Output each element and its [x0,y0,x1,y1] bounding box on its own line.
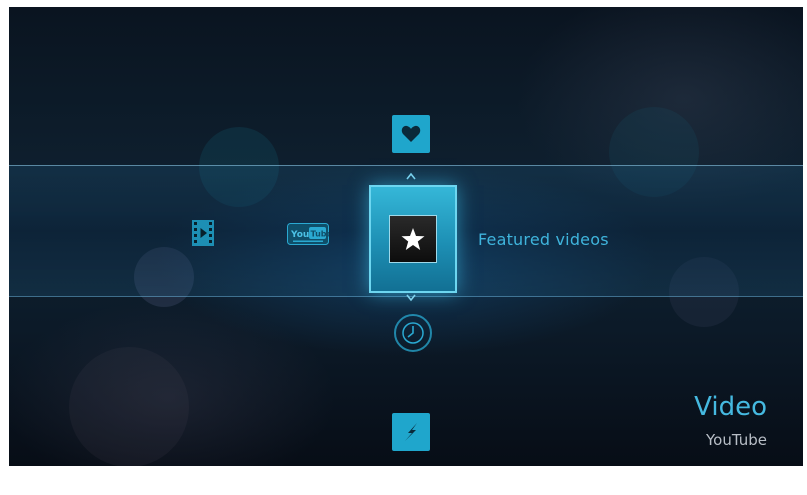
section-subtitle: YouTube [706,431,767,449]
lightning-icon [405,423,417,441]
chevron-up-icon[interactable] [406,172,416,180]
featured-videos-tile[interactable] [369,185,457,293]
section-title: Video [694,392,767,422]
star-tile-frame [389,215,437,263]
youtube-logo-icon[interactable]: You Tube [287,223,329,245]
clock-icon [402,322,424,344]
trending-tile[interactable] [392,413,430,451]
selected-item-label: Featured videos [478,230,609,249]
history-tile[interactable] [394,314,432,352]
star-icon [401,228,425,250]
film-icon[interactable] [192,220,214,246]
media-player-screen: You Tube Featured videos Video YouTube [9,7,803,466]
background-bokeh [69,347,189,466]
chevron-down-icon[interactable] [406,294,416,302]
svg-text:You: You [290,230,309,240]
heart-icon [401,125,421,142]
favorites-tile[interactable] [392,115,430,153]
svg-text:Tube: Tube [311,230,330,239]
